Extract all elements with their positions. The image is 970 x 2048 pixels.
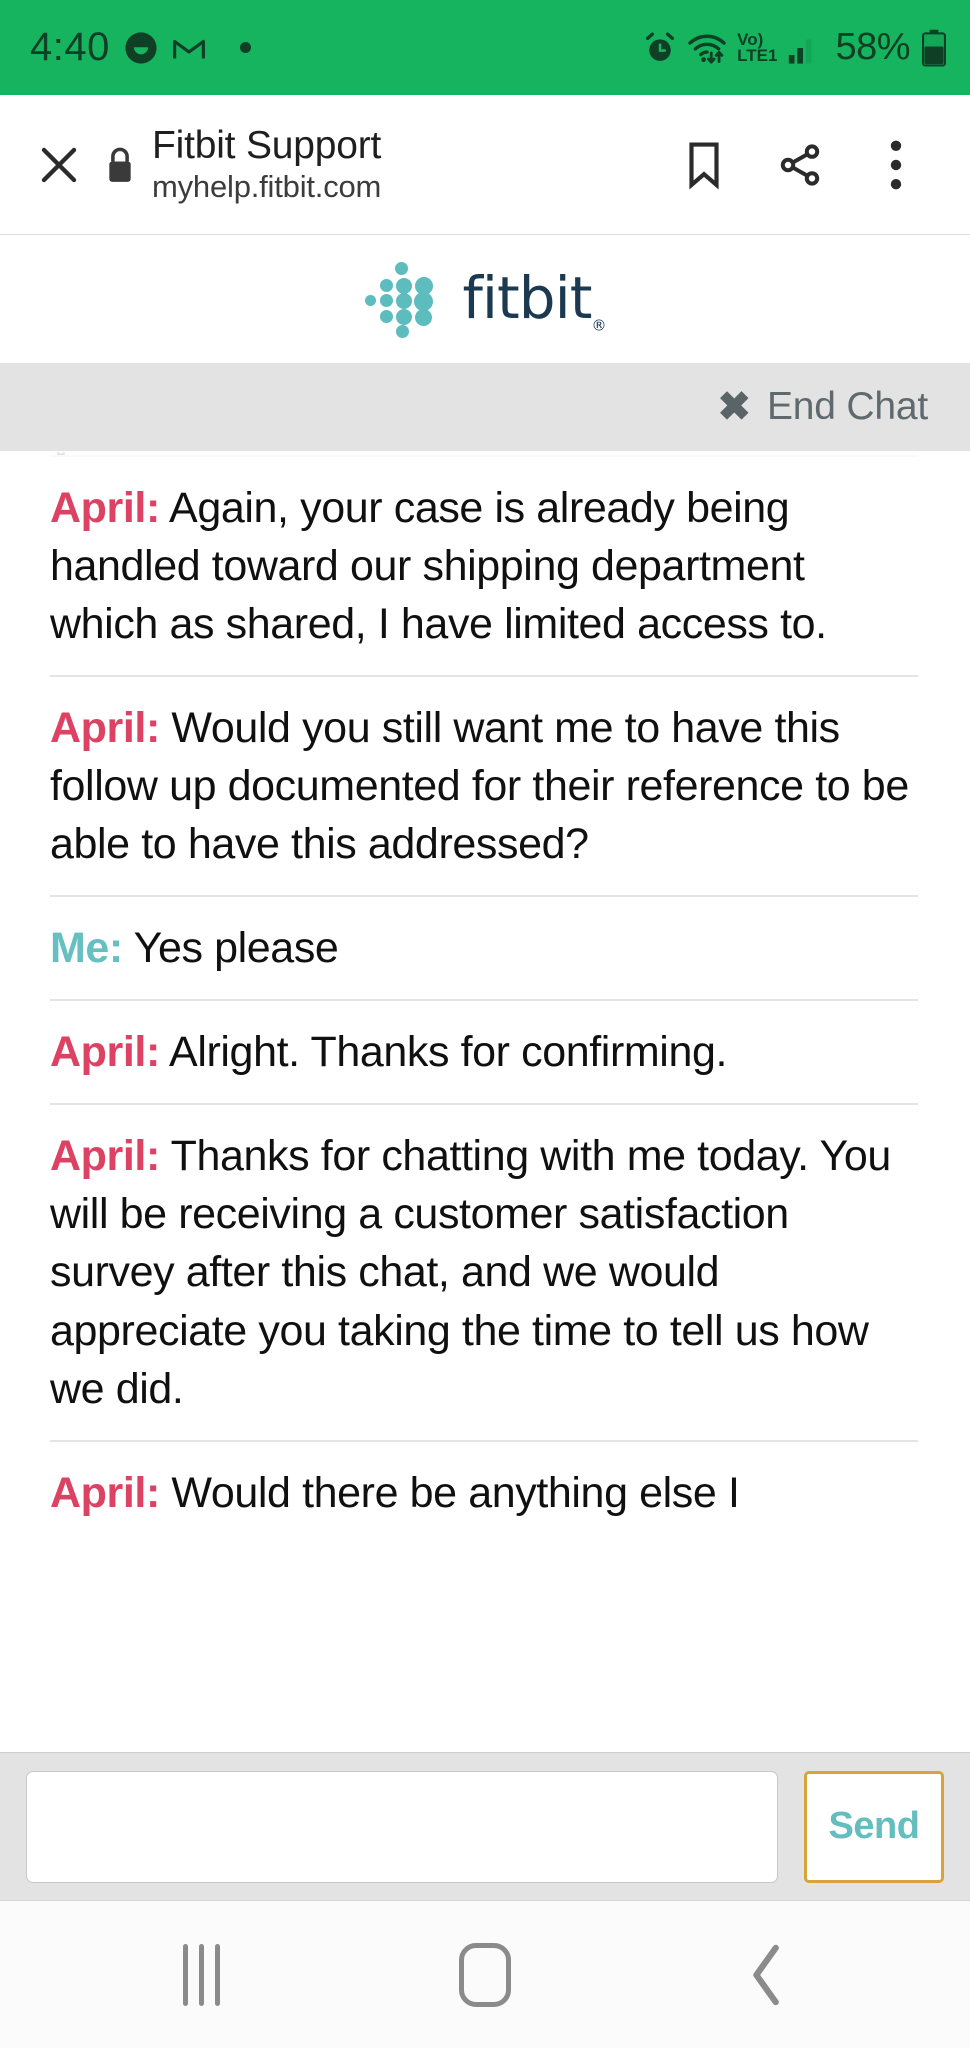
message-composer: Send [0,1752,970,1900]
fitbit-wordmark-text: fitbit [462,263,593,332]
chat-message: April: Would there be anything else I [50,1439,918,1544]
close-tab-button[interactable] [26,141,92,189]
home-icon [458,1942,511,2007]
message-speaker: April: [50,484,160,532]
notification-dot-icon [239,42,251,53]
gmail-icon [172,34,206,62]
status-time: 4:40 [30,25,110,69]
network-type-label: LTE1 [737,45,778,65]
page-url: myhelp.fitbit.com [152,168,382,204]
status-bar-right: Vo) LTE1 58% [643,26,948,69]
registered-mark: ® [591,316,606,335]
back-button[interactable] [693,1920,843,2030]
message-text: Would there be anything else I [159,1468,740,1517]
chat-transcript[interactable]: y April: Again, your case is already bei… [0,451,970,1752]
chat-message: April: Again, your case is already being… [50,455,918,675]
share-icon [780,143,820,186]
message-speaker: April: [50,1468,160,1517]
message-text: Again, your case is already being handle… [50,484,827,649]
bookmark-icon [689,142,719,190]
wifi-icon [687,31,727,65]
android-navigation-bar [0,1900,970,2048]
message-text: Thanks for chatting with me today. You w… [50,1132,891,1413]
page-identity[interactable]: Fitbit Support myhelp.fitbit.com [148,124,656,205]
close-icon [41,147,77,182]
chat-message: Me: Yes please [50,895,918,999]
fitbit-wordmark: fitbit® [462,263,607,335]
chat-toolbar: ✖ End Chat [0,363,970,451]
lock-icon [109,147,131,182]
phone-screen: 4:40 Vo) LTE1 58% Fitbit Support myhelp.… [0,0,970,2048]
recents-icon [183,1943,221,2006]
browser-toolbar: Fitbit Support myhelp.fitbit.com [0,95,970,235]
volte-icon: Vo) LTE1 [737,31,778,65]
message-text: Would you still want me to have this fol… [50,704,909,869]
share-button[interactable] [752,117,848,213]
message-speaker: Me: [50,924,123,973]
message-speaker: April: [50,1132,160,1181]
browser-actions [656,117,944,213]
recents-button[interactable] [127,1920,277,2030]
chat-message: April: Thanks for chatting with me today… [50,1103,918,1439]
messenger-icon [124,31,158,65]
security-lock [92,145,148,185]
overflow-menu-icon [890,140,902,189]
battery-percent-label: 58% [835,26,910,68]
site-header: fitbit® [0,235,970,363]
chat-message-input[interactable] [26,1770,778,1883]
home-button[interactable] [410,1920,560,2030]
alarm-icon [643,31,677,65]
status-bar: 4:40 Vo) LTE1 58% [0,0,970,95]
status-bar-middle [206,42,643,53]
message-speaker: April: [50,704,160,753]
fitbit-dots-logo-icon [364,262,441,338]
message-speaker: April: [50,1028,160,1077]
close-icon: ✖ [717,385,751,429]
message-text: Alright. Thanks for confirming. [159,1028,728,1077]
end-chat-button[interactable]: End Chat [767,385,928,429]
status-bar-left: 4:40 [30,25,206,70]
back-chevron-icon [753,1944,780,2005]
battery-icon [920,29,948,67]
signal-icon [787,31,819,65]
bookmark-button[interactable] [656,117,752,213]
overflow-menu-button[interactable] [848,117,944,213]
chat-message: April: Would you still want me to have t… [50,675,918,895]
chat-message: April: Alright. Thanks for confirming. [50,999,918,1103]
chat-message-list: y April: Again, your case is already bei… [0,451,970,1544]
message-text: Yes please [122,924,339,973]
send-button[interactable]: Send [804,1770,944,1883]
page-title: Fitbit Support [152,124,382,168]
